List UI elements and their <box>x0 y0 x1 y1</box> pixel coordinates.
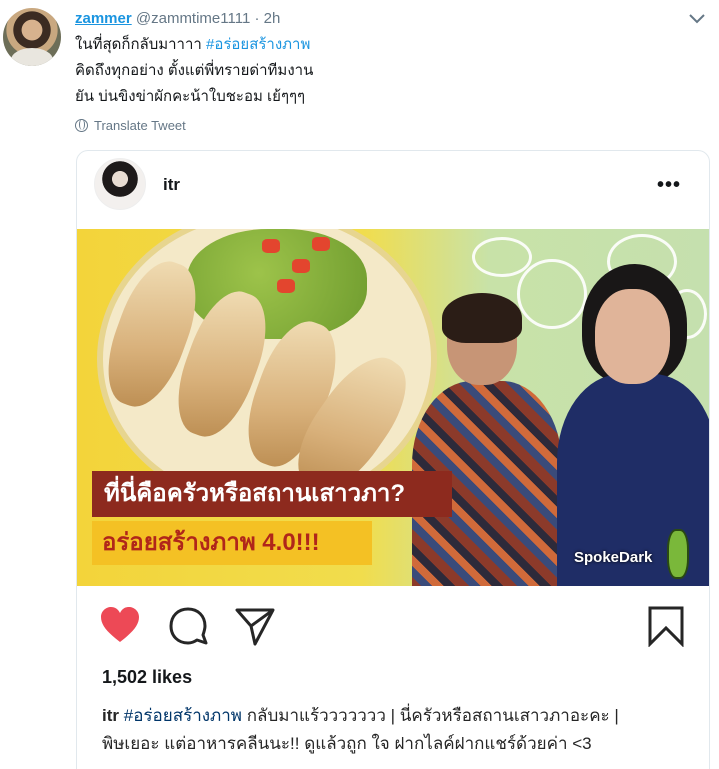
person-graphic <box>412 293 562 586</box>
embed-avatar[interactable] <box>94 158 146 210</box>
likes-count[interactable]: 1,502 likes <box>102 667 192 688</box>
share-icon[interactable] <box>234 605 276 647</box>
translate-label: Translate Tweet <box>94 118 186 133</box>
hashtag-link[interactable]: #อร่อยสร้างภาพ <box>206 36 310 53</box>
person-head <box>595 289 670 384</box>
tomato-graphic <box>262 239 280 253</box>
image-banner-subtitle: อร่อยสร้างภาพ 4.0!!! <box>92 521 372 565</box>
caption-line-2: พิษเยอะ แต่อาหารคลีนนะ!! ดูแล้วถูก ใจ ฝา… <box>102 734 592 753</box>
tomato-graphic <box>292 259 310 273</box>
tweet-header: zammer @zammtime1111 · 2h <box>75 10 280 27</box>
instagram-embed[interactable]: itr ••• ที่นี่คือครัวหรือสถานเสาวภา? อร่… <box>76 150 710 769</box>
mascot-graphic <box>667 529 689 579</box>
heart-icon[interactable] <box>99 605 141 647</box>
post-actions <box>77 601 709 651</box>
post-image[interactable]: ที่นี่คือครัวหรือสถานเสาวภา? อร่อยสร้างภ… <box>77 229 709 586</box>
tweet: zammer @zammtime1111 · 2h ในที่สุดก็กลับ… <box>0 0 719 769</box>
caption-line-1: itr #อร่อยสร้างภาพ กลับมาแร้ววววววว | นี… <box>102 704 619 728</box>
tomato-graphic <box>277 279 295 293</box>
more-icon[interactable]: ••• <box>657 174 681 197</box>
translate-tweet-link[interactable]: Translate Tweet <box>75 118 186 133</box>
caption-hashtag[interactable]: #อร่อยสร้างภาพ <box>124 706 242 725</box>
display-name[interactable]: zammer <box>75 10 132 27</box>
embed-username[interactable]: itr <box>163 175 180 195</box>
globe-icon <box>75 119 88 132</box>
comment-icon[interactable] <box>167 605 209 647</box>
chevron-down-icon[interactable] <box>688 12 706 26</box>
timestamp[interactable]: 2h <box>264 10 281 27</box>
separator: · <box>254 10 260 27</box>
person-hair <box>442 293 522 343</box>
caption-text: กลับมาแร้ววววววว | นี่ครัวหรือสถานเสาวภา… <box>242 706 619 725</box>
tweet-text-line-3: ยัน บ่นขิงข่าผักคะน้าใบชะอม เย้ๆๆๆ <box>75 88 306 105</box>
tweet-text-line-1: ในที่สุดก็กลับมาาาา #อร่อยสร้างภาพ <box>75 35 310 55</box>
caption-username[interactable]: itr <box>102 706 119 725</box>
avatar[interactable] <box>3 8 61 66</box>
tweet-text-line-2: คิดถึงทุกอย่าง ตั้งแต่พี่ทรายด่าทีมงาน <box>75 62 314 79</box>
brand-logo-text: SpokeDark <box>574 549 653 566</box>
bookmark-icon[interactable] <box>645 605 687 647</box>
image-banner-title: ที่นี่คือครัวหรือสถานเสาวภา? <box>92 471 452 517</box>
tomato-graphic <box>312 237 330 251</box>
tweet-text: ในที่สุดก็กลับมาาาา <box>75 36 206 53</box>
user-handle[interactable]: @zammtime1111 <box>136 10 250 27</box>
avatar-shirt <box>11 48 53 66</box>
doodle-shape <box>472 237 532 277</box>
